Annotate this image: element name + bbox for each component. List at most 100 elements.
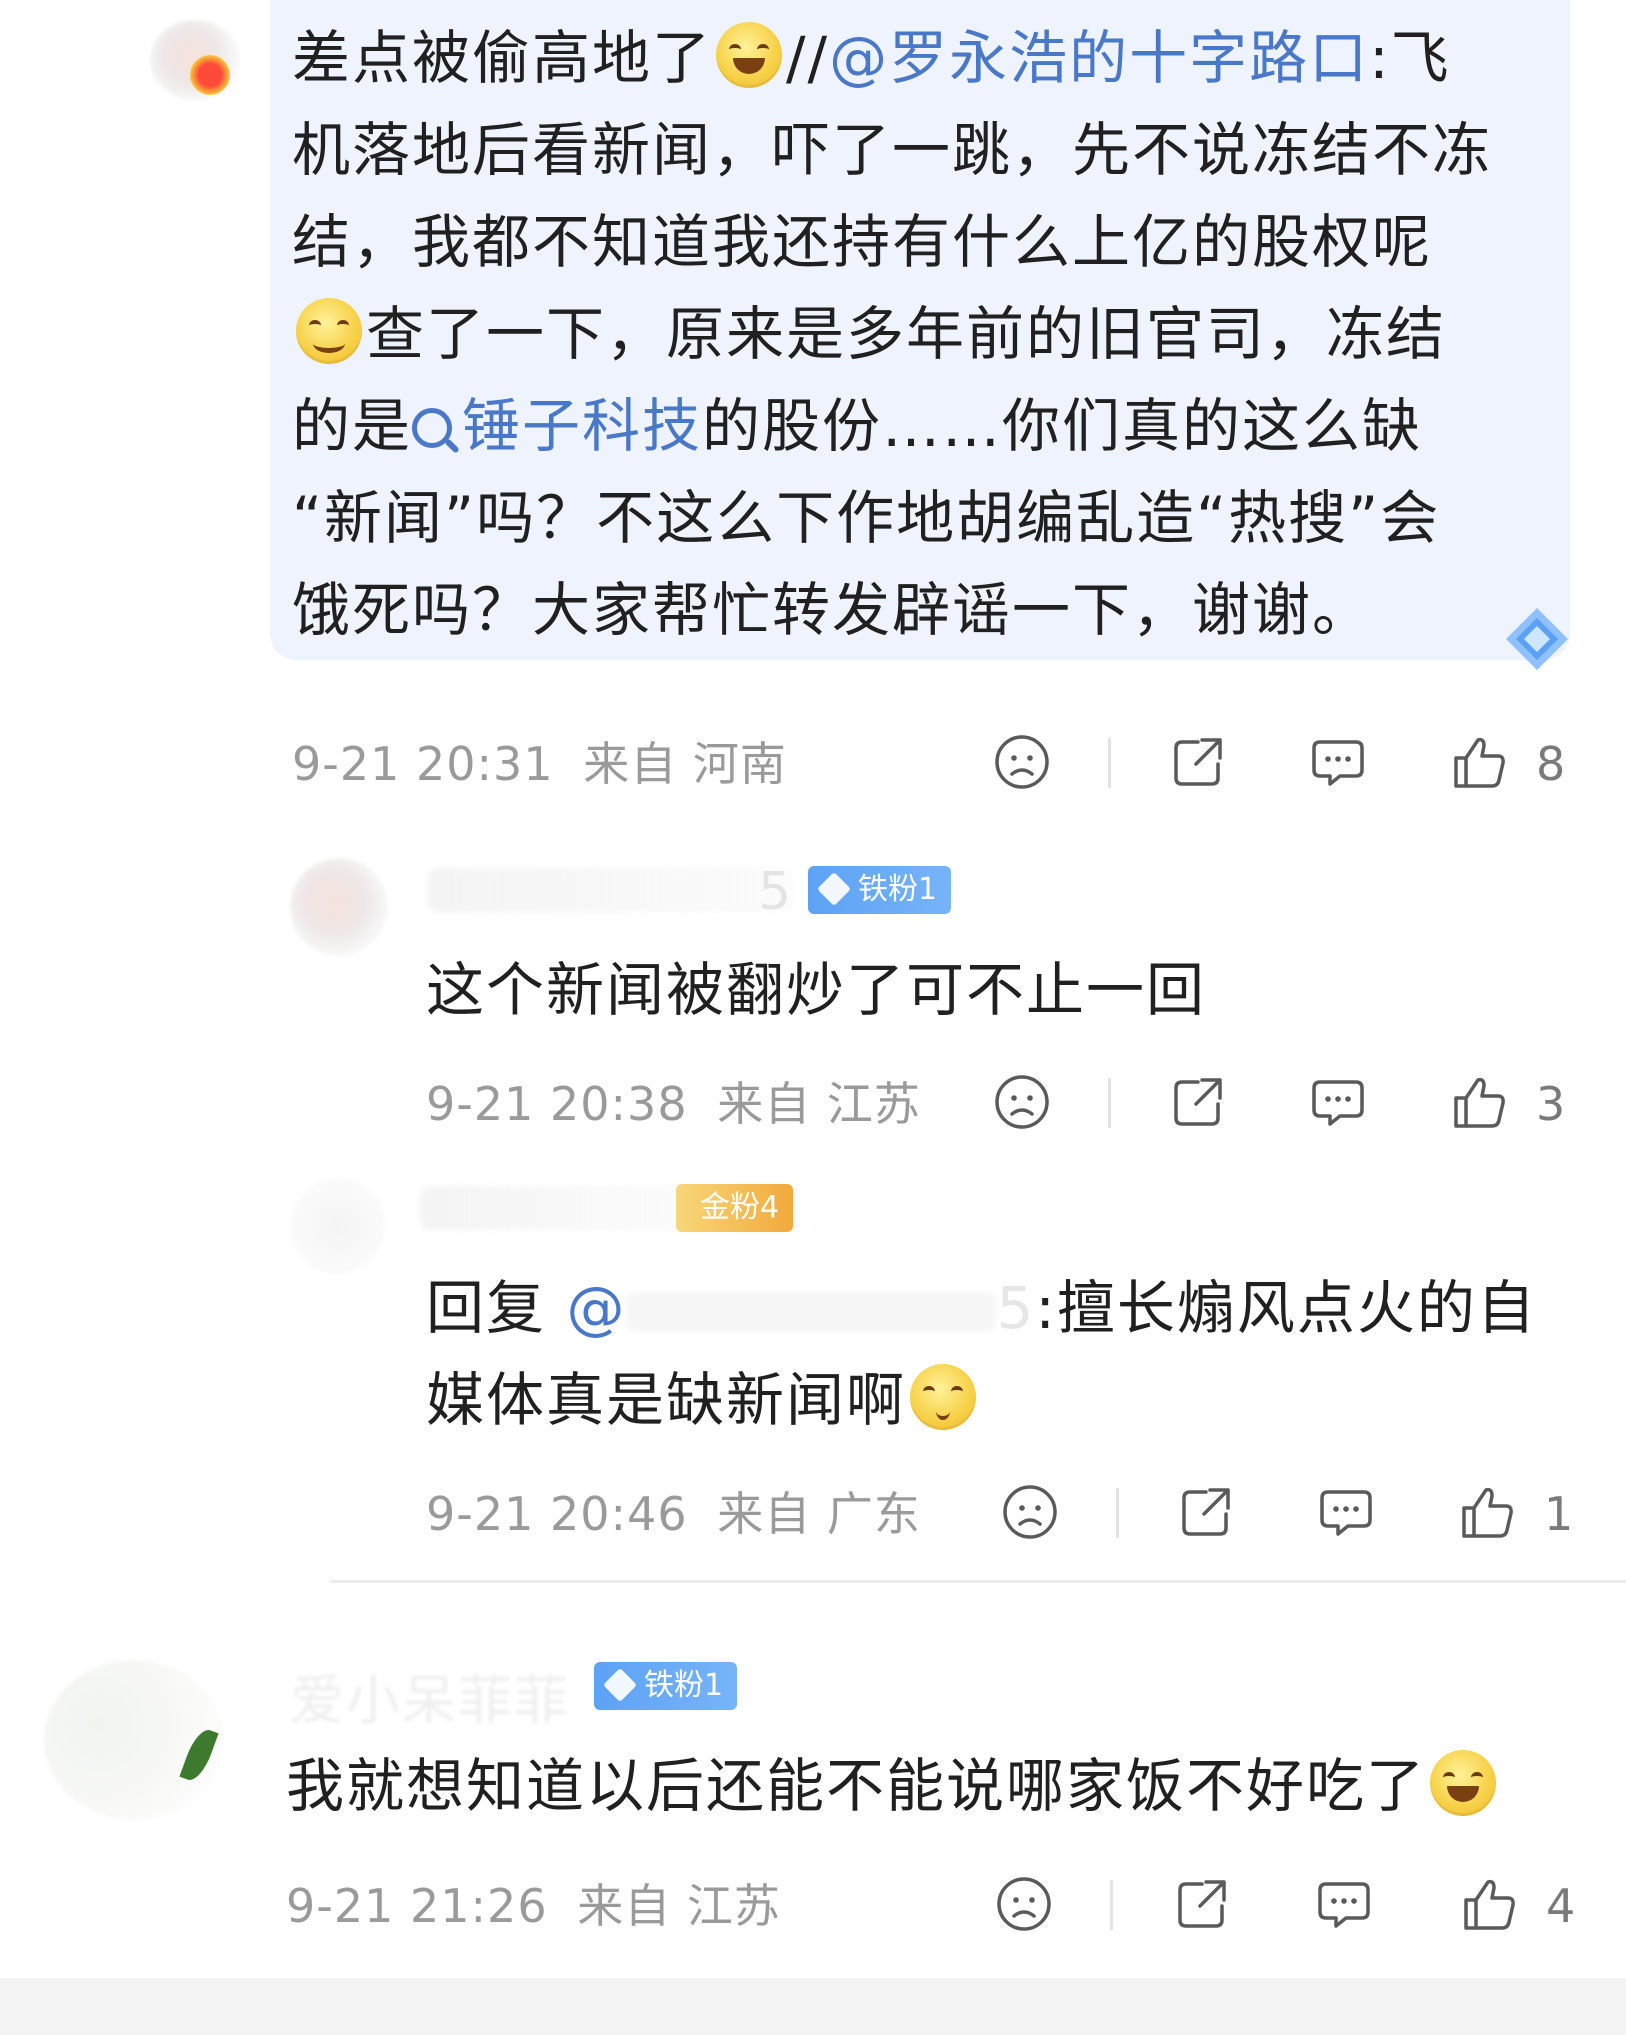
- avatar-badge-icon: [190, 55, 230, 95]
- reply-button[interactable]: [1308, 1072, 1368, 1132]
- like-button[interactable]: [1460, 1874, 1520, 1934]
- reply-button[interactable]: [1314, 1874, 1374, 1934]
- badge-label: 铁粉1: [858, 872, 938, 907]
- fan-badge: 金粉4: [676, 1184, 794, 1232]
- dislike-button[interactable]: [1000, 1482, 1060, 1542]
- avatar[interactable]: [290, 858, 388, 956]
- like-count: 8: [1536, 737, 1566, 791]
- username-tail: 5: [758, 862, 792, 922]
- like-count: 3: [1536, 1077, 1566, 1131]
- username-blurred[interactable]: [420, 1186, 680, 1230]
- reply-mention-link[interactable]: @5: [566, 1274, 1035, 1342]
- smiling-blush-emoji-icon: [296, 298, 362, 364]
- comment-text: //: [786, 24, 830, 92]
- topic-label: 锤子科技: [462, 392, 703, 460]
- location: 来自 江苏: [717, 1077, 921, 1131]
- divider: [1108, 738, 1111, 788]
- comment-text: “新闻”吗？不这么下作地胡编乱造“热搜”会: [292, 484, 1441, 552]
- location: 来自 江苏: [577, 1879, 781, 1933]
- username-blurred[interactable]: [428, 868, 794, 912]
- share-button[interactable]: [1176, 1482, 1236, 1542]
- thumbs-up-icon: [1454, 1077, 1505, 1128]
- diamond-decoration-icon: [1506, 608, 1568, 670]
- timestamp: 9-21 21:26: [286, 1879, 548, 1933]
- comment-3-body: 回复 @5:擅长煽风点火的自 媒体真是缺新闻啊: [426, 1262, 1606, 1446]
- timestamp: 9-21 20:46: [426, 1487, 688, 1541]
- fan-badge: 铁粉1: [808, 866, 952, 914]
- mention-at: @: [566, 1274, 627, 1342]
- share-button[interactable]: [1172, 1874, 1232, 1934]
- comment-text: 这个新闻被翻炒了可不止一回: [426, 956, 1207, 1024]
- comment-text: 的股份……你们真的这么缺: [702, 392, 1423, 460]
- username[interactable]: 爱小呆菲菲: [290, 1656, 570, 1735]
- comment-icon: [1312, 1080, 1364, 1126]
- comment-meta: 9-21 21:26 来自 江苏: [286, 1878, 781, 1934]
- topic-link[interactable]: 锤子科技: [412, 392, 702, 460]
- comment-text: 饿死吗？大家帮忙转发辟谣一下，谢谢。: [292, 576, 1373, 644]
- comment-meta: 9-21 20:46 来自 广东: [426, 1486, 921, 1542]
- location: 来自 河南: [583, 737, 787, 791]
- comment-1-body: 差点被偷高地了 //@罗永浩的十字路口:飞 机落地后看新闻，吓了一跳，先不说冻结不…: [292, 12, 1562, 656]
- comment-text: 机落地后看新闻，吓了一跳，先不说冻结不冻: [292, 116, 1493, 184]
- sad-face-icon: [995, 1075, 1049, 1129]
- avatar[interactable]: [290, 1178, 386, 1274]
- comment-meta: 9-21 20:38 来自 江苏: [426, 1076, 921, 1132]
- comment-text: :飞: [1369, 24, 1451, 92]
- like-count: 4: [1546, 1879, 1576, 1933]
- diamond-icon: [817, 872, 851, 906]
- like-button[interactable]: [1450, 1072, 1510, 1132]
- comment-4-body: 我就想知道以后还能不能说哪家饭不好吃了: [286, 1740, 1500, 1832]
- reply-button[interactable]: [1308, 732, 1368, 792]
- section-divider: [330, 1580, 1626, 1583]
- divider: [1110, 1880, 1113, 1930]
- laughing-tears-emoji-icon: [716, 22, 783, 88]
- divider: [1116, 1488, 1119, 1538]
- comment-text: 差点被偷高地了: [292, 24, 713, 92]
- reply-prefix: 回复: [426, 1274, 547, 1342]
- comment-meta: 9-21 20:31 来自 河南: [292, 736, 787, 792]
- sad-face-icon: [1003, 1485, 1057, 1539]
- badge-label: 金粉4: [700, 1190, 780, 1225]
- share-icon: [1182, 1488, 1230, 1536]
- badge-label: 铁粉1: [644, 1668, 724, 1703]
- comment-text: :擅长煽风点火的自: [1035, 1274, 1537, 1342]
- comment-text: 媒体真是缺新闻啊: [426, 1366, 907, 1434]
- mention-link[interactable]: @罗永浩的十字路口: [829, 24, 1369, 92]
- like-button[interactable]: [1450, 732, 1510, 792]
- location: 来自 广东: [717, 1487, 921, 1541]
- share-button[interactable]: [1168, 732, 1228, 792]
- thumbs-up-icon: [1462, 1487, 1513, 1538]
- comment-text: 结，我都不知道我还持有什么上亿的股权呢: [292, 208, 1433, 276]
- dislike-button[interactable]: [992, 732, 1052, 792]
- comment-icon: [1318, 1882, 1370, 1928]
- share-icon: [1178, 1880, 1226, 1928]
- laughing-crying-emoji-icon: [1430, 1750, 1497, 1816]
- comment-text: 我就想知道以后还能不能说哪家饭不好吃了: [286, 1752, 1427, 1820]
- comment-text: 查了一下，原来是多年前的旧官司，冻结: [366, 300, 1447, 368]
- comment-text: 的是: [292, 392, 413, 460]
- mention-name-tail: 5: [996, 1274, 1036, 1342]
- like-count: 1: [1544, 1487, 1574, 1541]
- diamond-icon: [603, 1668, 637, 1702]
- timestamp: 9-21 20:38: [426, 1077, 688, 1131]
- dislike-button[interactable]: [992, 1072, 1052, 1132]
- sad-face-icon: [995, 735, 1049, 789]
- share-icon: [1174, 1078, 1222, 1126]
- dislike-button[interactable]: [994, 1874, 1054, 1934]
- bottom-band: [0, 1978, 1626, 2035]
- comment-icon: [1312, 740, 1364, 786]
- thumbs-up-icon: [1454, 737, 1505, 788]
- reply-button[interactable]: [1316, 1482, 1376, 1542]
- thumbs-up-icon: [1464, 1879, 1515, 1930]
- like-button[interactable]: [1458, 1482, 1518, 1542]
- search-icon: [412, 408, 453, 448]
- fan-badge: 铁粉1: [594, 1662, 738, 1710]
- sad-face-icon: [997, 1877, 1051, 1931]
- shushing-emoji-icon: [910, 1364, 977, 1430]
- mention-name-blurred: [626, 1291, 997, 1332]
- share-icon: [1174, 738, 1222, 786]
- share-button[interactable]: [1168, 1072, 1228, 1132]
- timestamp: 9-21 20:31: [292, 737, 554, 791]
- comment-icon: [1320, 1490, 1372, 1536]
- divider: [1108, 1078, 1111, 1128]
